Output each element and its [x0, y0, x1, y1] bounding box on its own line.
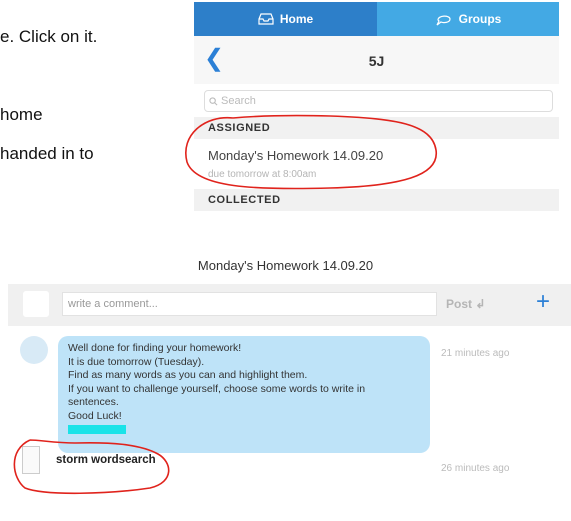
message-line: Find as many words as you can and highli…	[68, 369, 308, 381]
comment-input[interactable]: write a comment...	[62, 292, 437, 316]
chat-bubble-icon	[435, 12, 453, 26]
post-button-label: Post	[446, 297, 473, 311]
inbox-icon	[258, 13, 274, 25]
message-timestamp: 21 minutes ago	[441, 348, 510, 359]
document-icon[interactable]	[22, 446, 40, 474]
tab-home-label: Home	[279, 12, 314, 26]
section-collected: COLLECTED	[194, 189, 559, 211]
group-title: 5J	[368, 53, 385, 69]
doc-text-line-2: home	[0, 105, 43, 124]
assignment-title: Monday's Homework 14.09.20	[208, 148, 384, 163]
doc-text-line-1: e. Click on it.	[0, 27, 98, 46]
highlight-mark	[68, 425, 126, 434]
search-placeholder: Search	[221, 95, 256, 107]
tab-groups[interactable]: Groups	[377, 2, 559, 36]
message-line: If you want to challenge yourself, choos…	[68, 382, 366, 395]
message-line: Well done for finding your homework!	[68, 342, 242, 354]
comment-bar: write a comment... Post ↲ +	[8, 284, 571, 326]
attachment-timestamp: 26 minutes ago	[441, 463, 510, 474]
message-line: It is due tomorrow (Tuesday).	[68, 355, 205, 368]
reply-arrow-icon: ↲	[475, 297, 486, 311]
tab-bar: Home Groups	[194, 2, 559, 36]
assignment-item[interactable]: Monday's Homework 14.09.20 due tomorrow …	[194, 140, 559, 188]
attachment-name[interactable]: storm wordsearch	[56, 454, 156, 466]
message-line: Good Luck!	[68, 409, 122, 422]
avatar	[23, 291, 49, 317]
assignment-due: due tomorrow at 8:00am	[208, 169, 317, 180]
tab-home[interactable]: Home	[194, 2, 377, 36]
post-heading: Monday's Homework 14.09.20	[197, 258, 374, 273]
message-bubble: Well done for finding your homework! It …	[58, 336, 430, 453]
section-assigned: ASSIGNED	[194, 117, 559, 139]
search-input[interactable]: Search	[204, 90, 553, 112]
tab-groups-label: Groups	[458, 12, 502, 26]
app-screenshot: Home Groups ❮ 5J Search ASSIGNED Monday'…	[194, 2, 559, 221]
add-button[interactable]: +	[536, 288, 550, 316]
search-icon	[209, 96, 218, 106]
teacher-avatar	[20, 336, 48, 364]
doc-text-line-3: handed in to	[0, 144, 94, 163]
message-line: sentences.	[68, 396, 119, 408]
group-header: ❮ 5J	[194, 36, 559, 84]
post-button[interactable]: Post ↲	[446, 297, 485, 311]
